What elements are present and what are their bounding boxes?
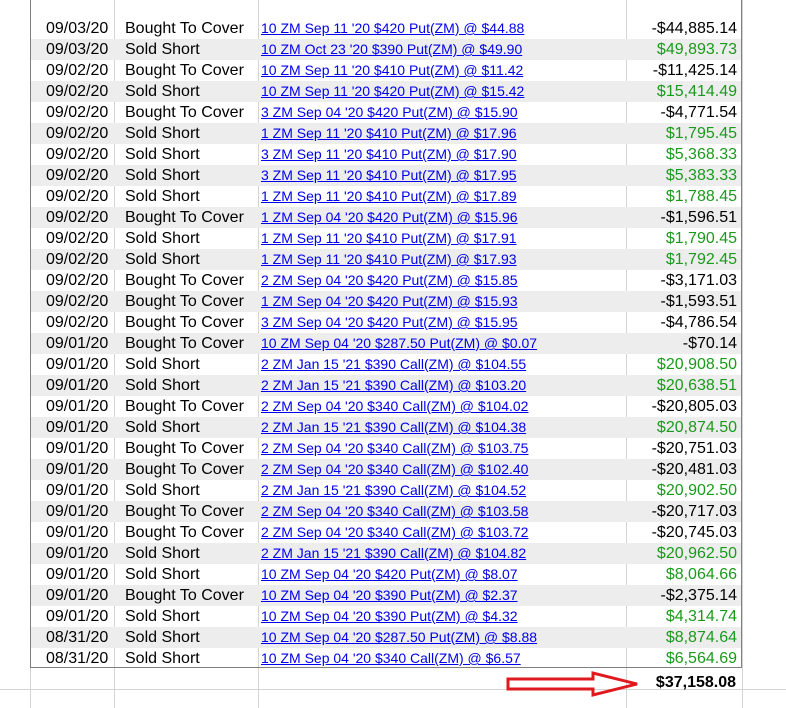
- total-amount: $37,158.08: [655, 674, 736, 691]
- table-border: [30, 0, 742, 668]
- right-arrow-icon: [506, 671, 638, 697]
- gridline: [742, 0, 743, 708]
- spreadsheet-view: 09/03/20 Bought To Cover 10 ZM Sep 11 '20 …: [0, 0, 786, 708]
